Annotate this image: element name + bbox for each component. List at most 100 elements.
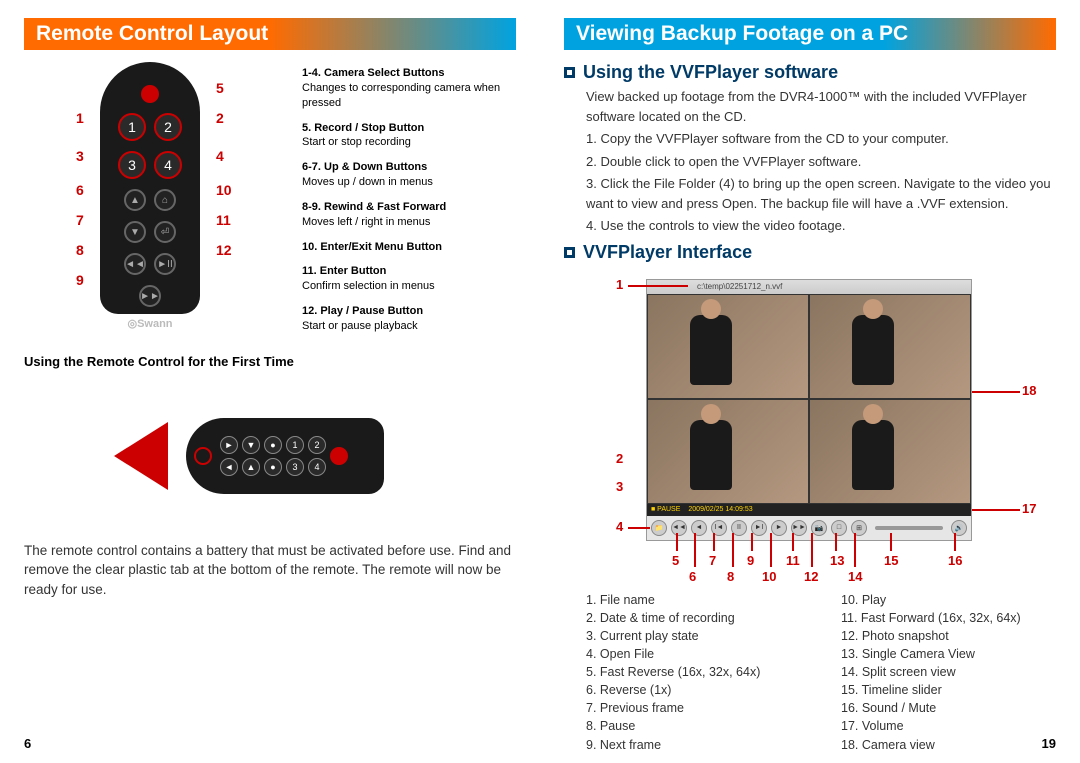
callout-11: 11: [216, 212, 231, 228]
label-10: 10: [762, 569, 776, 584]
section-title: Using the VVFPlayer software: [583, 62, 838, 83]
label-13: 13: [830, 553, 844, 568]
label-7: 7: [709, 553, 716, 568]
label-16: 16: [948, 553, 962, 568]
timeline-slider: [875, 526, 943, 530]
step-3: 3. Click the File Folder (4) to bring up…: [586, 174, 1056, 213]
player-titlebar: c:\temp\02251712_n.vvf: [647, 280, 971, 294]
label-15: 15: [884, 553, 898, 568]
callout-6: 6: [76, 182, 84, 198]
label-8: 8: [727, 569, 734, 584]
square-bullet-icon: [564, 247, 575, 258]
step-4: 4. Use the controls to view the video fo…: [586, 216, 1056, 236]
callout-7: 7: [76, 212, 84, 228]
intro-text: View backed up footage from the DVR4-100…: [586, 87, 1056, 126]
legend-item: 14. Split screen view: [841, 663, 1056, 681]
legend-title: 12. Play / Pause Button: [302, 305, 423, 317]
camera-3-button: 3: [118, 151, 146, 179]
section-vvfplayer-software: Using the VVFPlayer software: [564, 62, 1056, 83]
timestamp: 2009/02/25 14:09:53: [688, 504, 752, 516]
legend-item: 1. File name: [586, 591, 801, 609]
callout-12: 12: [216, 242, 232, 258]
legend-item: 5. Fast Reverse (16x, 32x, 64x): [586, 663, 801, 681]
label-2: 2: [616, 451, 623, 466]
camera-cell: [647, 294, 809, 399]
camera-2-button: 2: [154, 113, 182, 141]
legend-title: 11. Enter Button: [302, 265, 386, 277]
camera-cell: [647, 399, 809, 504]
legend-item: 9. Next frame: [586, 736, 801, 754]
legend-title: 5. Record / Stop Button: [302, 122, 424, 134]
play-pause-button: ►II: [154, 253, 176, 275]
fastforward-button: ►►: [139, 285, 161, 307]
record-icon: [141, 85, 159, 103]
up-button: ▲: [124, 189, 146, 211]
callout-8: 8: [76, 242, 84, 258]
player-status-bar: ■ PAUSE 2009/02/25 14:09:53: [647, 504, 971, 516]
callout-10: 10: [216, 182, 232, 198]
legend-col-b: 10. Play 11. Fast Forward (16x, 32x, 64x…: [841, 591, 1056, 754]
first-time-body: The remote control contains a battery th…: [24, 541, 516, 600]
section-title: VVFPlayer Interface: [583, 242, 752, 263]
remote-tab-figure: ►◄ ▼▲ ●● 13 24: [24, 381, 516, 531]
label-9: 9: [747, 553, 754, 568]
legend-item: 10. Play: [841, 591, 1056, 609]
header-right: Viewing Backup Footage on a PC: [564, 18, 1056, 50]
label-1: 1: [616, 277, 623, 292]
legend-title: 6-7. Up & Down Buttons: [302, 161, 427, 173]
player-window: c:\temp\02251712_n.vvf ■ PAUSE 2009/02/2…: [646, 279, 972, 541]
label-14: 14: [848, 569, 862, 584]
legend-col-a: 1. File name 2. Date & time of recording…: [586, 591, 801, 754]
callout-3: 3: [76, 148, 84, 164]
fast-reverse-icon: ◄◄: [671, 520, 687, 536]
legend-item: 3. Current play state: [586, 627, 801, 645]
callout-4: 4: [216, 148, 224, 164]
legend-desc: Moves left / right in menus: [302, 216, 430, 228]
player-figure: c:\temp\02251712_n.vvf ■ PAUSE 2009/02/2…: [582, 273, 1052, 583]
header-left: Remote Control Layout: [24, 18, 516, 50]
software-body: View backed up footage from the DVR4-100…: [564, 87, 1056, 236]
legend-desc: Start or stop recording: [302, 136, 411, 148]
tab-highlight-icon: [194, 447, 212, 465]
legend-title: 8-9. Rewind & Fast Forward: [302, 201, 446, 213]
page-number-right: 19: [1042, 736, 1056, 751]
pause-indicator: ■ PAUSE: [651, 504, 680, 516]
section-vvfplayer-interface: VVFPlayer Interface: [564, 242, 1056, 263]
snapshot-icon: 📷: [811, 520, 827, 536]
legend-item: 15. Timeline slider: [841, 681, 1056, 699]
next-frame-icon: ►I: [751, 520, 767, 536]
label-5: 5: [672, 553, 679, 568]
label-11: 11: [786, 553, 800, 568]
callout-1: 1: [76, 110, 84, 126]
label-6: 6: [689, 569, 696, 584]
legend-desc: Moves up / down in menus: [302, 176, 433, 188]
legend-desc: Start or pause playback: [302, 320, 418, 332]
callout-2: 2: [216, 110, 224, 126]
page-number-left: 6: [24, 736, 31, 751]
camera-grid: [647, 294, 971, 504]
play-icon: ►: [771, 520, 787, 536]
label-17: 17: [1022, 501, 1036, 516]
remote-body: 1 2 3 4 ▲ ⌂ ▼ ⏎ ◄◄ ►II: [100, 62, 200, 314]
single-cam-icon: □: [831, 520, 847, 536]
label-4: 4: [616, 519, 623, 534]
camera-cell: [809, 399, 971, 504]
legend-title: 10. Enter/Exit Menu Button: [302, 241, 442, 253]
legend-item: 12. Photo snapshot: [841, 627, 1056, 645]
legend-item: 6. Reverse (1x): [586, 681, 801, 699]
legend-item: 17. Volume: [841, 717, 1056, 735]
callout-5: 5: [216, 80, 224, 96]
legend-item: 18. Camera view: [841, 736, 1056, 754]
camera-1-button: 1: [118, 113, 146, 141]
first-time-heading: Using the Remote Control for the First T…: [24, 354, 516, 369]
label-12: 12: [804, 569, 818, 584]
legend-item: 8. Pause: [586, 717, 801, 735]
callout-9: 9: [76, 272, 84, 288]
rewind-button: ◄◄: [124, 253, 146, 275]
legend-item: 16. Sound / Mute: [841, 699, 1056, 717]
legend-item: 4. Open File: [586, 645, 801, 663]
camera-cell: [809, 294, 971, 399]
camera-4-button: 4: [154, 151, 182, 179]
page-right: Viewing Backup Footage on a PC Using the…: [540, 0, 1080, 763]
interface-legend: 1. File name 2. Date & time of recording…: [564, 591, 1056, 754]
